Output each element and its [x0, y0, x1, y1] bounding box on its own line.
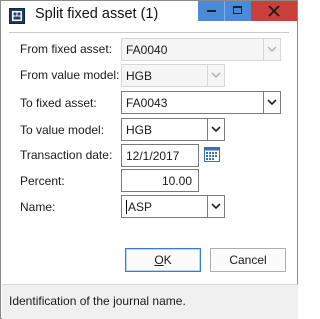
from-fixed-asset-label: From fixed asset:: [20, 42, 113, 56]
to-value-model-value: HGB: [126, 123, 153, 137]
percent-value: 10.00: [161, 174, 192, 188]
from-fixed-asset-field: FA0040: [121, 38, 281, 61]
name-label: Name:: [20, 200, 56, 214]
from-value-model-dropdown: [207, 65, 224, 86]
from-value-model-field: HGB: [121, 64, 225, 87]
cancel-button[interactable]: Cancel: [210, 248, 286, 272]
from-fixed-asset-value: FA0040: [126, 43, 168, 57]
to-fixed-asset-label: To fixed asset:: [20, 96, 97, 110]
chevron-down-icon: [211, 72, 221, 79]
percent-label: Percent:: [20, 174, 65, 188]
to-value-model-field[interactable]: HGB: [121, 118, 225, 141]
minimize-icon: [207, 10, 216, 12]
to-fixed-asset-field[interactable]: FA0043: [121, 91, 281, 114]
chevron-down-icon: [211, 203, 221, 210]
close-button[interactable]: [251, 1, 297, 21]
ok-button[interactable]: OK: [125, 248, 201, 272]
dialog-window: Split fixed asset (1) From fixed asset: …: [0, 0, 298, 319]
chevron-down-icon: [211, 126, 221, 133]
status-bar: Identification of the journal name.: [2, 284, 298, 319]
calendar-icon[interactable]: [204, 146, 220, 162]
maximize-icon: [233, 6, 242, 14]
ax-app-icon: [9, 8, 25, 24]
close-icon: [268, 5, 280, 17]
to-value-model-label: To value model:: [20, 123, 105, 137]
title-bar[interactable]: Split fixed asset (1): [1, 1, 297, 31]
minimize-button[interactable]: [198, 1, 224, 21]
to-fixed-asset-dropdown-button[interactable]: [263, 92, 280, 113]
transaction-date-field[interactable]: 12/1/2017: [121, 144, 199, 167]
name-value: ASP: [128, 200, 153, 214]
text-cursor: [126, 200, 127, 214]
ok-button-mnemonic: O: [154, 253, 164, 267]
name-dropdown-button[interactable]: [207, 196, 224, 217]
percent-field[interactable]: 10.00: [121, 169, 199, 192]
title-divider: [9, 32, 289, 33]
maximize-button[interactable]: [224, 1, 251, 21]
status-text: Identification of the journal name.: [9, 294, 186, 308]
chevron-down-icon: [267, 99, 277, 106]
to-value-model-dropdown-button[interactable]: [207, 119, 224, 140]
window-title: Split fixed asset (1): [35, 6, 159, 22]
transaction-date-label: Transaction date:: [20, 148, 113, 162]
ok-button-label: K: [163, 253, 172, 267]
from-fixed-asset-dropdown: [263, 39, 280, 60]
chevron-down-icon: [267, 46, 277, 53]
transaction-date-value: 12/1/2017: [126, 149, 180, 163]
from-value-model-value: HGB: [126, 69, 153, 83]
cancel-button-label: Cancel: [229, 253, 267, 267]
name-field[interactable]: ASP: [121, 195, 225, 218]
to-fixed-asset-value: FA0043: [126, 96, 168, 110]
from-value-model-label: From value model:: [20, 68, 120, 82]
